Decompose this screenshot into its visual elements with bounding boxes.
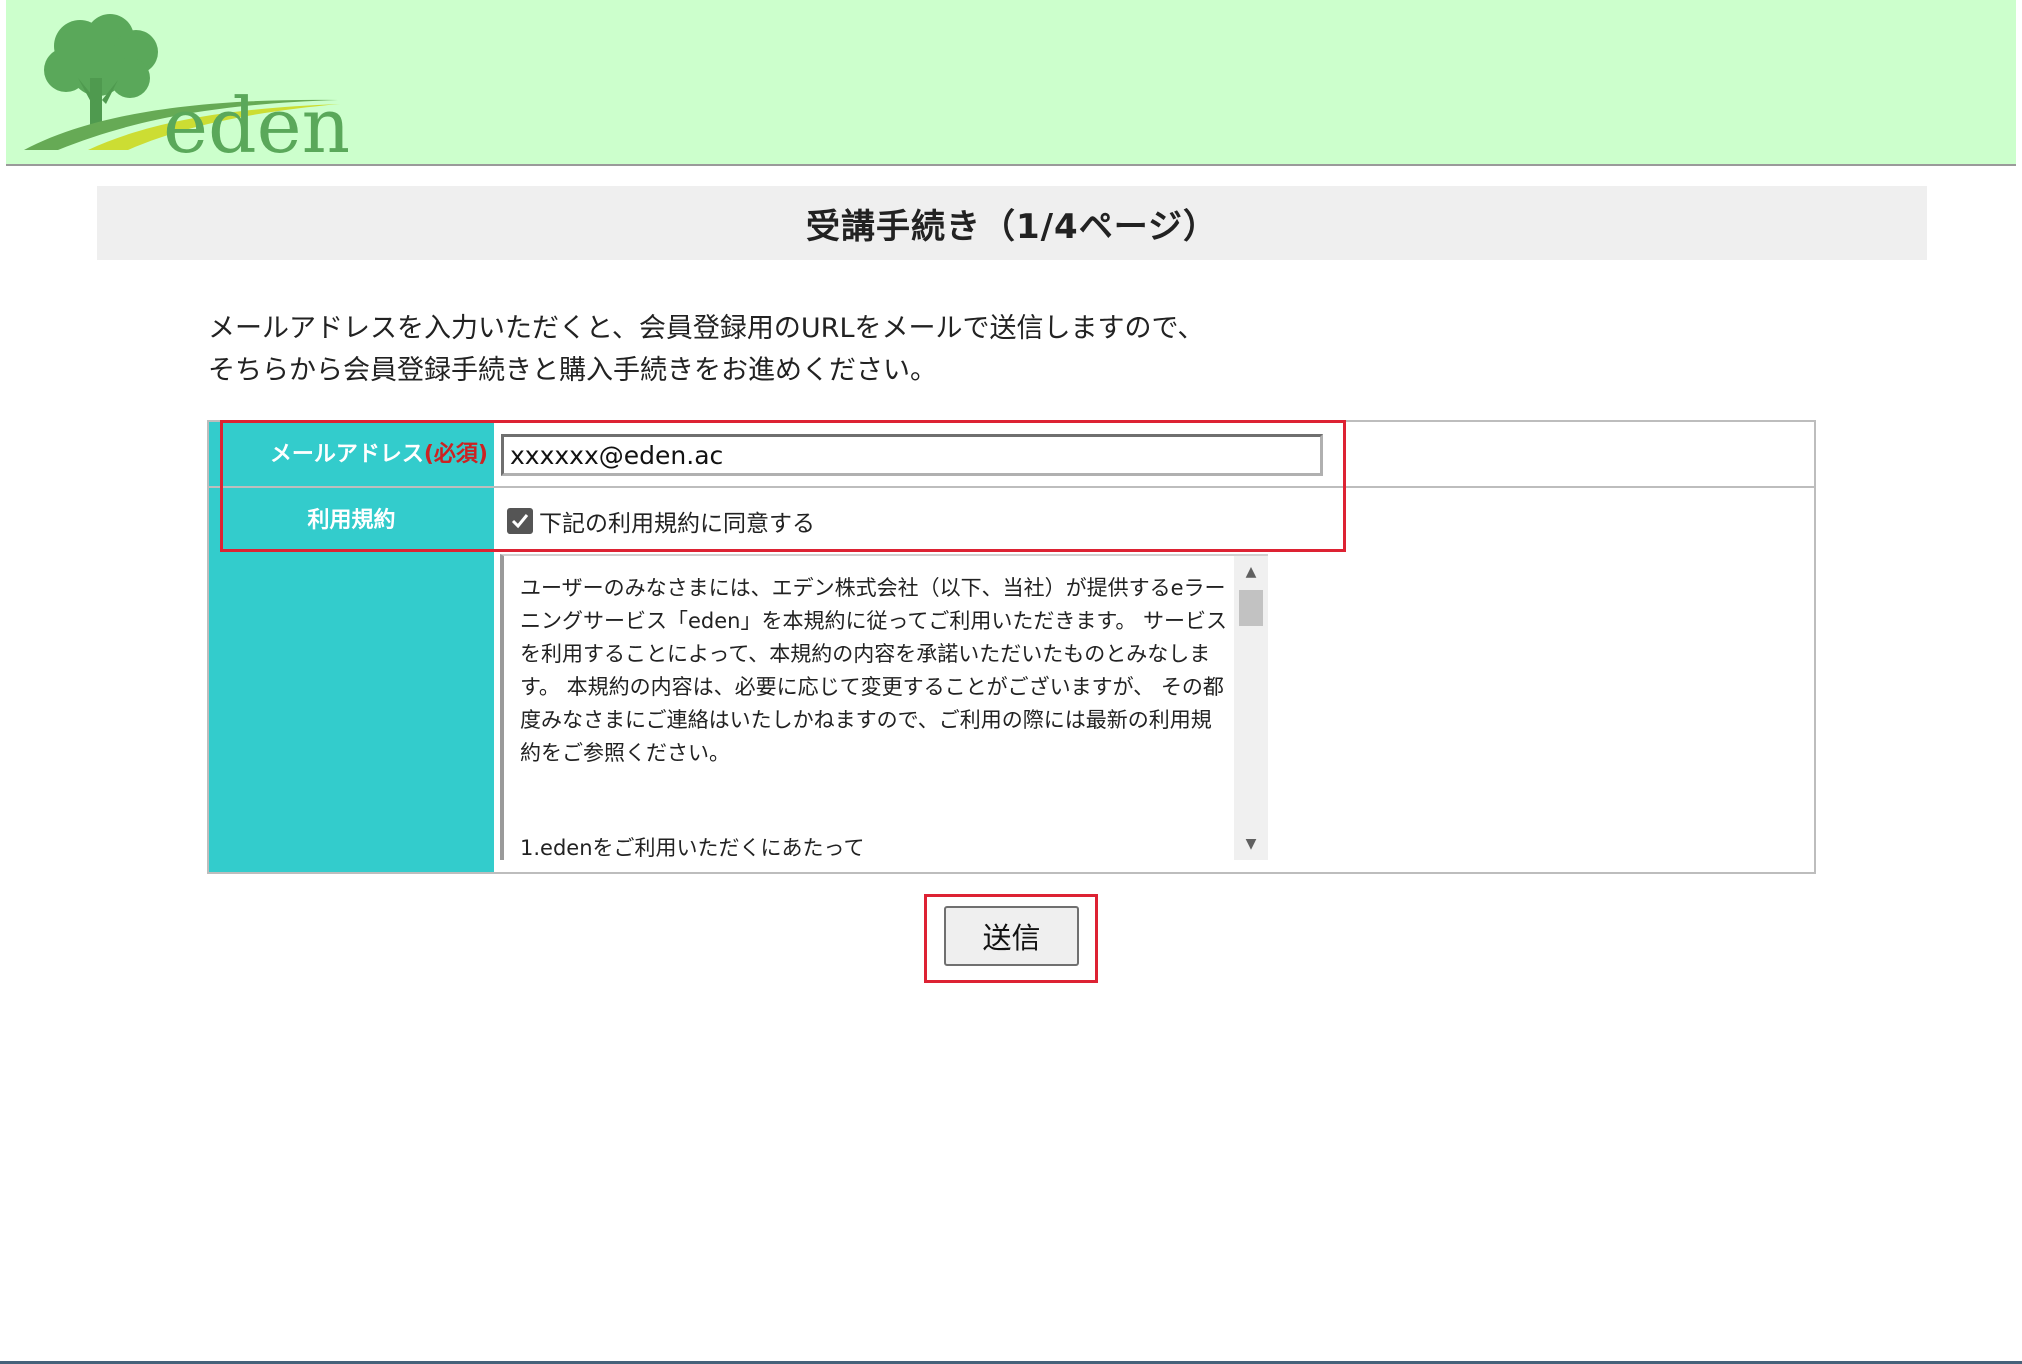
svg-text:eden: eden bbox=[163, 81, 348, 158]
intro-text: メールアドレスを入力いただくと、会員登録用のURLをメールで送信しますので、 そ… bbox=[208, 308, 1708, 392]
agree-label: 下記の利用規約に同意する bbox=[539, 511, 815, 537]
submit-button[interactable]: 送信 bbox=[944, 906, 1079, 966]
scroll-up-icon[interactable]: ▲ bbox=[1234, 560, 1268, 584]
terms-textarea[interactable]: ユーザーのみなさまには、エデン株式会社（以下、当社）が提供するeラーニングサービ… bbox=[500, 554, 1268, 860]
intro-line-2: そちらから会員登録手続きと購入手続きをお進めください。 bbox=[208, 355, 937, 386]
agree-terms-checkbox-label[interactable]: 下記の利用規約に同意する bbox=[507, 504, 815, 538]
tree-icon bbox=[44, 14, 158, 130]
email-label-text: メールアドレス bbox=[269, 442, 424, 467]
required-tag: (必須) bbox=[423, 442, 488, 467]
terms-label: 利用規約 bbox=[307, 508, 396, 533]
page: eden 受講手続き（1/4ページ） メールアドレスを入力いただくと、会員登録用… bbox=[0, 0, 2022, 1364]
label-column bbox=[209, 422, 494, 872]
row-divider bbox=[209, 486, 1814, 488]
page-title: 受講手続き（1/4ページ） bbox=[805, 206, 1219, 247]
eden-logo[interactable]: eden bbox=[18, 8, 348, 158]
agree-checkbox[interactable] bbox=[507, 508, 533, 534]
scroll-down-icon[interactable]: ▼ bbox=[1234, 832, 1268, 856]
intro-line-1: メールアドレスを入力いただくと、会員登録用のURLをメールで送信しますので、 bbox=[208, 313, 1205, 344]
title-band: 受講手続き（1/4ページ） bbox=[97, 186, 1927, 260]
terms-body: ユーザーのみなさまには、エデン株式会社（以下、当社）が提供するeラーニングサービ… bbox=[520, 576, 1228, 765]
email-label: メールアドレス(必須) bbox=[209, 436, 494, 468]
check-icon bbox=[511, 514, 529, 529]
terms-scrollbar[interactable]: ▲ ▼ bbox=[1234, 556, 1268, 860]
registration-form: メールアドレス(必須) 利用規約 下記の利用規約に同意する ユーザーのみなさまに… bbox=[207, 420, 1816, 874]
scroll-thumb[interactable] bbox=[1239, 590, 1263, 626]
terms-section-heading: 1.edenをご利用いただくにあたって bbox=[520, 836, 865, 860]
email-input[interactable] bbox=[501, 434, 1323, 476]
site-header: eden bbox=[6, 0, 2016, 166]
